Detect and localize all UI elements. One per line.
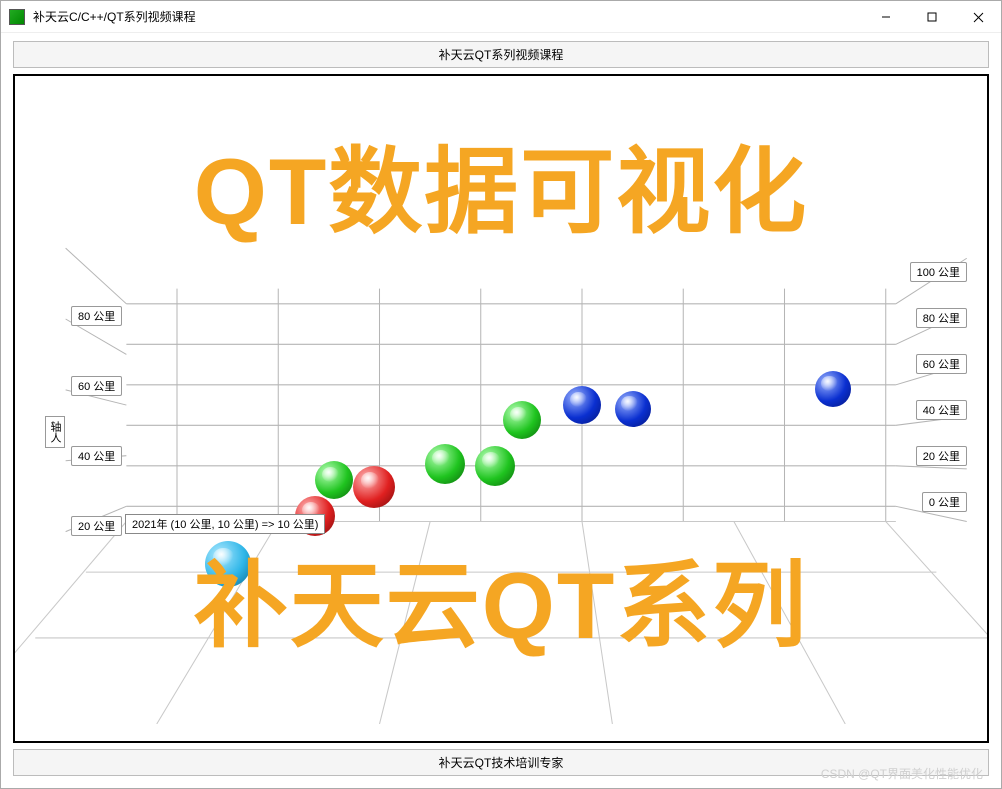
point-tooltip: 2021年 (10 公里, 10 公里) => 10 公里)	[125, 514, 325, 534]
data-point-green-1[interactable]	[315, 461, 353, 499]
minimize-button[interactable]	[863, 1, 909, 33]
data-point-blue-3[interactable]	[815, 371, 851, 407]
y-axis-title: 轴人	[45, 416, 65, 448]
data-point-green-2[interactable]	[425, 444, 465, 484]
y-right-tick-3: 60 公里	[916, 354, 967, 374]
y-left-tick-0: 20 公里	[71, 516, 122, 536]
y-right-tick-4: 80 公里	[916, 308, 967, 328]
close-button[interactable]	[955, 1, 1001, 33]
maximize-button[interactable]	[909, 1, 955, 33]
titlebar[interactable]: 补天云C/C++/QT系列视频课程	[1, 1, 1001, 33]
y-right-tick-5: 100 公里	[910, 262, 967, 282]
window-controls	[863, 1, 1001, 33]
y-left-tick-2: 60 公里	[71, 376, 122, 396]
data-point-blue-2[interactable]	[615, 391, 651, 427]
watermark: CSDN @QT界面美化性能优化	[821, 765, 983, 782]
data-point-green-4[interactable]	[503, 401, 541, 439]
overlay-text-1: QT数据可视化	[15, 142, 987, 242]
content-area: 补天云QT系列视频课程	[1, 33, 1001, 780]
chart-frame[interactable]: 20 公里 40 公里 60 公里 80 公里 轴人 0 公里 20 公里 40…	[13, 74, 989, 743]
overlay-text-2: 补天云QT系列	[15, 556, 987, 656]
window-title: 补天云C/C++/QT系列视频课程	[33, 8, 196, 25]
top-panel-button[interactable]: 补天云QT系列视频课程	[13, 41, 989, 68]
app-window: 补天云C/C++/QT系列视频课程 补天云QT系列视频课程	[0, 0, 1002, 789]
y-left-tick-1: 40 公里	[71, 446, 122, 466]
y-right-tick-0: 0 公里	[922, 492, 967, 512]
data-point-green-3[interactable]	[475, 446, 515, 486]
data-point-blue-1[interactable]	[563, 386, 601, 424]
y-right-tick-1: 20 公里	[916, 446, 967, 466]
y-left-tick-3: 80 公里	[71, 306, 122, 326]
data-point-red-2[interactable]	[353, 466, 395, 508]
app-icon	[9, 9, 25, 25]
y-right-tick-2: 40 公里	[916, 400, 967, 420]
